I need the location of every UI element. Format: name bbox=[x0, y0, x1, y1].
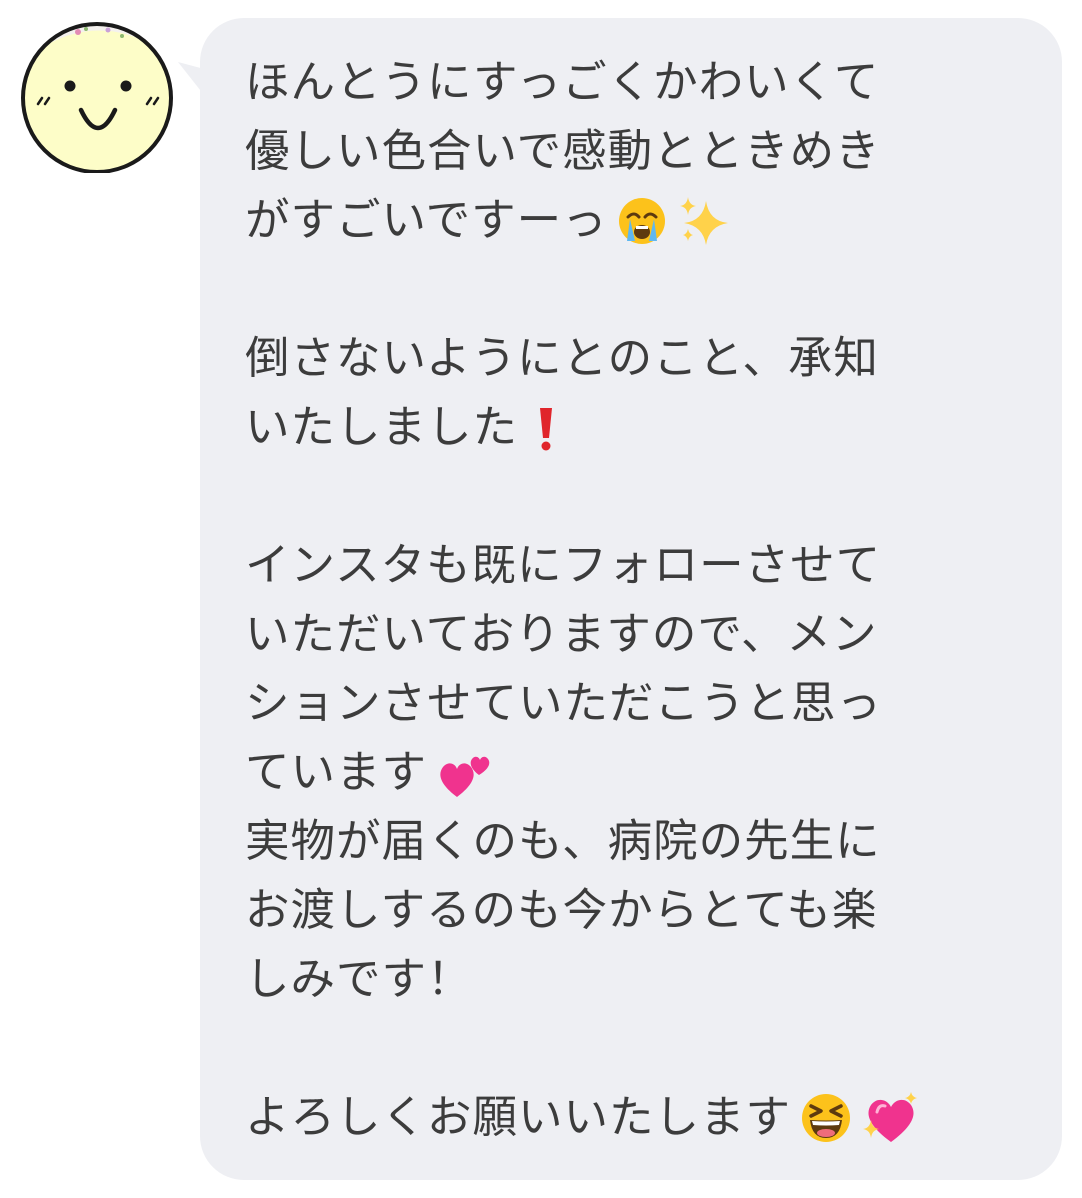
sparkling-heart-emoji-icon bbox=[863, 1091, 918, 1142]
message-line: いたしました bbox=[245, 393, 1005, 462]
message-line: がすごいですーっ bbox=[245, 186, 1005, 255]
two-hearts-emoji-icon bbox=[440, 756, 490, 797]
grinning-squinting-face-emoji-icon bbox=[802, 1093, 851, 1142]
message-text: ほんとうにすっごくかわいくて 優しい色合いで感動とときめき がすごいですーっ 倒… bbox=[245, 48, 1005, 1152]
message-line: お渡しするのも今からとても楽 bbox=[245, 885, 878, 936]
message-line: よろしくお願いいたします bbox=[245, 1083, 1005, 1152]
message-line: ています bbox=[245, 738, 1005, 807]
message-line: 倒さないようにとのこと、承知 bbox=[245, 333, 879, 384]
loudly-crying-face-emoji-icon bbox=[618, 197, 665, 244]
message-line: インスタも既にフォローさせて bbox=[245, 540, 882, 591]
message-line: ションさせていただこうと思っ bbox=[245, 678, 883, 729]
sender-avatar[interactable] bbox=[18, 18, 176, 173]
message-line: 実物が届くのも、病院の先生に bbox=[245, 816, 881, 867]
message-line: ほんとうにすっごくかわいくて bbox=[245, 57, 880, 108]
sparkles-emoji-icon bbox=[679, 196, 728, 245]
message-line: しみです！ bbox=[245, 954, 473, 1005]
red-exclamation-emoji-icon bbox=[540, 407, 553, 450]
bubble-tail bbox=[178, 62, 208, 100]
message-line: いただいておりますので、メン bbox=[245, 609, 878, 660]
message-line: 優しい色合いで感動とときめき bbox=[245, 126, 881, 177]
